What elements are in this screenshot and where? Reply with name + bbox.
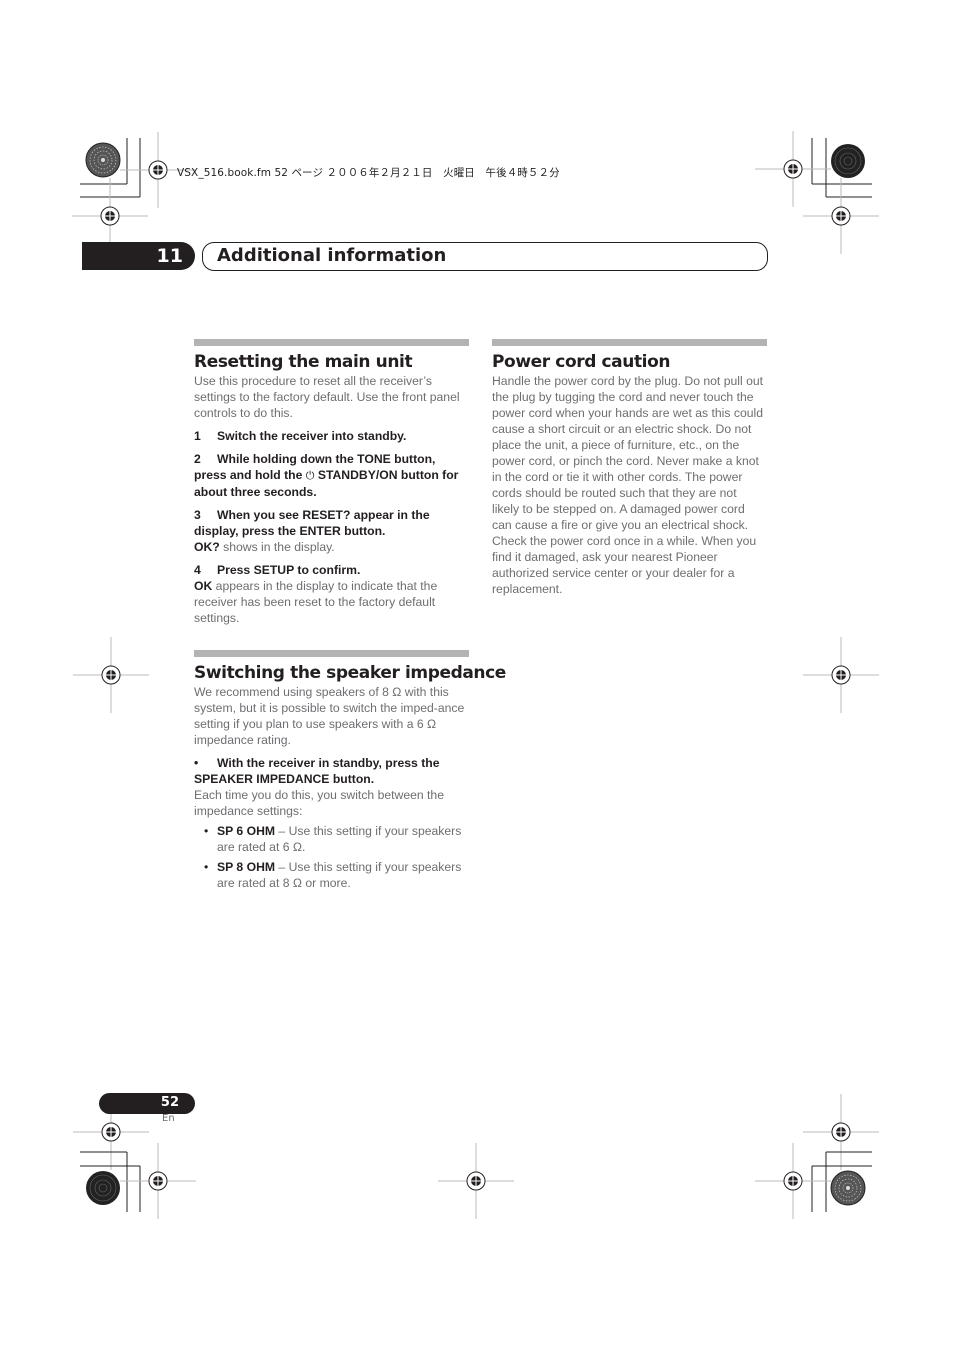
- option-sp6: • SP 6 OHM – Use this setting if your spe…: [204, 824, 462, 854]
- chapter-title-box: Additional information: [202, 242, 768, 271]
- step-4: 4 Press SETUP to confirm.: [194, 563, 361, 577]
- step-1: 1 Switch the receiver into standby.: [194, 429, 407, 443]
- star-target-icon: [85, 1170, 121, 1206]
- chapter-title: Additional information: [217, 245, 447, 266]
- option-sp8: • SP 8 OHM – Use this setting if your spe…: [204, 860, 462, 890]
- registration-mark-icon: [754, 130, 832, 208]
- registration-mark-icon: [437, 1142, 515, 1220]
- section-power-cord: Power cord caution Handle the power cord…: [492, 339, 767, 597]
- registration-mark-icon: [72, 636, 150, 714]
- registration-mark-icon: [802, 636, 880, 714]
- right-column: Power cord caution Handle the power cord…: [492, 339, 767, 597]
- step-3-note: OK? shows in the display.: [194, 540, 335, 554]
- chapter-number: 11: [156, 245, 183, 267]
- section-rule: [194, 339, 469, 346]
- registration-mark-icon: [802, 1093, 880, 1171]
- section-resetting: Resetting the main unit Use this procedu…: [194, 339, 469, 626]
- chapter-number-tab: 11: [82, 242, 195, 270]
- registration-mark-icon: [754, 1142, 832, 1220]
- section-intro: Use this procedure to reset all the rece…: [194, 374, 460, 420]
- section-intro: We recommend using speakers of 8 Ω with …: [194, 685, 465, 747]
- page-number-tab: 52: [99, 1093, 195, 1114]
- left-column-lower: Switching the speaker impedance We recom…: [194, 650, 506, 891]
- print-file-info: VSX_516.book.fm 52 ページ ２００６年２月２１日 火曜日 午後…: [177, 167, 560, 179]
- star-target-icon: [830, 143, 866, 179]
- star-target-icon: [85, 142, 121, 178]
- section-title: Power cord caution: [492, 352, 671, 372]
- page-language: En: [162, 1113, 175, 1124]
- impedance-after: Each time you do this, you switch betwee…: [194, 788, 444, 818]
- registration-mark-icon: [802, 177, 880, 255]
- step-2: 2 While holding down the TONE button, pre…: [194, 452, 459, 499]
- section-title: Switching the speaker impedance: [194, 663, 506, 683]
- section-rule: [194, 650, 469, 657]
- left-column: Resetting the main unit Use this procedu…: [194, 339, 469, 626]
- step-4-note: OK appears in the display to indicate th…: [194, 579, 438, 625]
- registration-mark-icon: [119, 1142, 197, 1220]
- impedance-step: • With the receiver in standby, press the…: [194, 756, 440, 786]
- page-number: 52: [160, 1095, 179, 1110]
- section-title: Resetting the main unit: [194, 352, 413, 372]
- section-rule: [492, 339, 767, 346]
- star-target-icon: [830, 1170, 866, 1206]
- section-speaker-impedance: Switching the speaker impedance We recom…: [194, 650, 506, 891]
- step-3: 3 When you see RESET? appear in the displ…: [194, 508, 430, 538]
- power-cord-text: Handle the power cord by the plug. Do no…: [492, 374, 764, 596]
